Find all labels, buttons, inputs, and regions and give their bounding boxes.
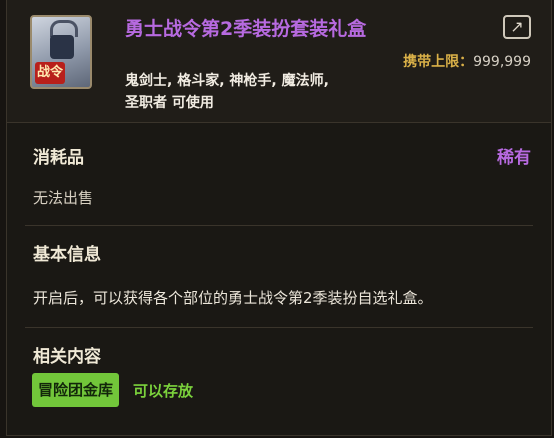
tooltip-header: 战令 勇士战令第2季装扮套装礼盒 ↗ 携带上限：999,999 鬼剑士, 格斗家… — [7, 0, 551, 123]
usable-classes-line-1: 鬼剑士, 格斗家, 神枪手, 魔法师, — [125, 73, 329, 89]
carry-limit-value: 999,999 — [473, 54, 531, 70]
usable-classes: 鬼剑士, 格斗家, 神枪手, 魔法师, 圣职者 可使用 — [125, 70, 385, 114]
share-arrow-icon: ↗ — [510, 17, 524, 36]
adventure-vault-badge: 冒险团金库 — [32, 373, 120, 407]
usable-classes-line-2: 圣职者 可使用 — [125, 95, 214, 111]
item-description: 开启后，可以获得各个部位的勇士战令第2季装扮自选礼盒。 — [33, 289, 433, 307]
carry-limit-label: 携带上限： — [403, 54, 474, 70]
section-divider — [25, 225, 533, 226]
item-icon-badge: 战令 — [35, 62, 65, 84]
item-tooltip-panel: 战令 勇士战令第2季装扮套装礼盒 ↗ 携带上限：999,999 鬼剑士, 格斗家… — [6, 0, 552, 436]
bag-emblem — [50, 35, 74, 59]
share-button[interactable]: ↗ — [503, 15, 531, 39]
item-rarity: 稀有 — [497, 148, 531, 168]
gift-bag-icon: 战令 — [30, 15, 92, 89]
item-type: 消耗品 — [33, 148, 84, 168]
carry-limit: 携带上限：999,999 — [403, 51, 531, 71]
section-divider — [25, 327, 533, 328]
related-heading: 相关内容 — [33, 347, 101, 367]
basic-info-heading: 基本信息 — [33, 245, 101, 265]
sell-status: 无法出售 — [33, 189, 94, 207]
storage-note: 可以存放 — [133, 382, 194, 400]
item-title: 勇士战令第2季装扮套装礼盒 — [125, 18, 367, 40]
